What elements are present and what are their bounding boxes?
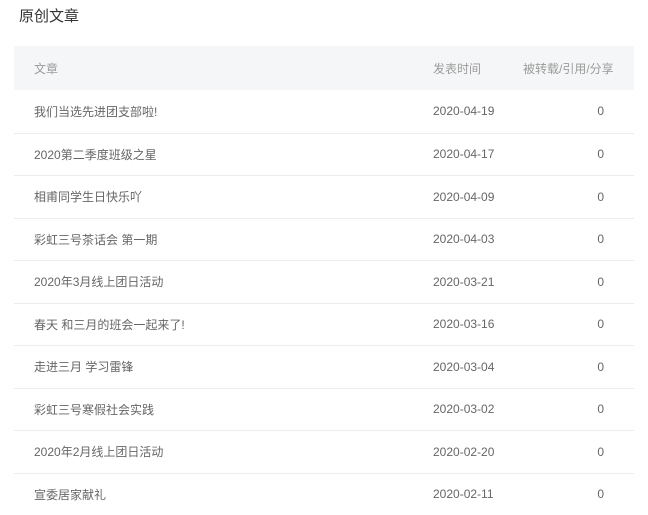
article-title-cell: 彩虹三号寒假社会实践 <box>14 401 433 418</box>
articles-table: 文章 发表时间 被转载/引用/分享 我们当选先进团支部啦!2020-04-190… <box>14 46 634 515</box>
share-count-cell: 0 <box>523 360 634 374</box>
publish-date-cell: 2020-04-09 <box>433 190 523 204</box>
table-row: 走进三月 学习雷锋2020-03-040 <box>14 345 634 388</box>
table-header-row: 文章 发表时间 被转载/引用/分享 <box>14 46 634 90</box>
table-row: 宣委居家献礼2020-02-110 <box>14 473 634 515</box>
table-row: 2020第二季度班级之星2020-04-170 <box>14 133 634 176</box>
column-header-publish-time: 发表时间 <box>433 60 523 77</box>
publish-date-cell: 2020-04-03 <box>433 232 523 246</box>
article-title-cell: 走进三月 学习雷锋 <box>14 358 433 375</box>
table-body: 我们当选先进团支部啦!2020-04-1902020第二季度班级之星2020-0… <box>14 90 634 515</box>
publish-date-cell: 2020-04-19 <box>433 104 523 118</box>
table-row: 相甫同学生日快乐吖2020-04-090 <box>14 175 634 218</box>
share-count-cell: 0 <box>523 487 634 501</box>
table-row: 春天 和三月的班会一起来了!2020-03-160 <box>14 303 634 346</box>
share-count-cell: 0 <box>523 317 634 331</box>
share-count-cell: 0 <box>523 147 634 161</box>
share-count-cell: 0 <box>523 445 634 459</box>
table-row: 我们当选先进团支部啦!2020-04-190 <box>14 90 634 133</box>
article-title-cell: 2020第二季度班级之星 <box>14 146 433 163</box>
article-title-cell: 2020年3月线上团日活动 <box>14 273 433 290</box>
article-title-cell: 相甫同学生日快乐吖 <box>14 188 433 205</box>
publish-date-cell: 2020-03-04 <box>433 360 523 374</box>
share-count-cell: 0 <box>523 275 634 289</box>
publish-date-cell: 2020-03-16 <box>433 317 523 331</box>
table-row: 2020年2月线上团日活动2020-02-200 <box>14 430 634 473</box>
share-count-cell: 0 <box>523 190 634 204</box>
publish-date-cell: 2020-03-21 <box>433 275 523 289</box>
table-row: 2020年3月线上团日活动2020-03-210 <box>14 260 634 303</box>
table-row: 彩虹三号寒假社会实践2020-03-020 <box>14 388 634 431</box>
page-title: 原创文章 <box>19 8 648 26</box>
publish-date-cell: 2020-02-11 <box>433 487 523 501</box>
publish-date-cell: 2020-02-20 <box>433 445 523 459</box>
table-row: 彩虹三号茶话会 第一期2020-04-030 <box>14 218 634 261</box>
article-title-cell: 2020年2月线上团日活动 <box>14 443 433 460</box>
share-count-cell: 0 <box>523 232 634 246</box>
article-title-cell: 彩虹三号茶话会 第一期 <box>14 231 433 248</box>
column-header-share-count: 被转载/引用/分享 <box>523 60 634 77</box>
share-count-cell: 0 <box>523 402 634 416</box>
share-count-cell: 0 <box>523 104 634 118</box>
article-title-cell: 宣委居家献礼 <box>14 486 433 503</box>
publish-date-cell: 2020-03-02 <box>433 402 523 416</box>
column-header-article: 文章 <box>14 60 433 77</box>
article-title-cell: 我们当选先进团支部啦! <box>14 103 433 120</box>
article-title-cell: 春天 和三月的班会一起来了! <box>14 316 433 333</box>
publish-date-cell: 2020-04-17 <box>433 147 523 161</box>
